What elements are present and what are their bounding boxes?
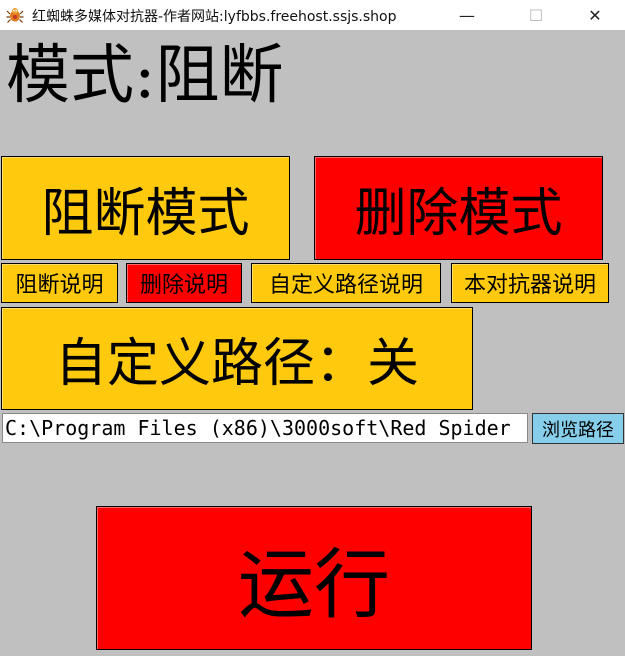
close-button[interactable]: ✕ — [572, 0, 618, 30]
spider-icon — [6, 8, 24, 23]
about-help-button[interactable]: 本对抗器说明 — [451, 263, 609, 303]
custom-path-help-button[interactable]: 自定义路径说明 — [251, 263, 441, 303]
delete-mode-button[interactable]: 删除模式 — [314, 156, 603, 260]
block-help-button[interactable]: 阻断说明 — [1, 263, 118, 303]
maximize-button[interactable]: ☐ — [513, 0, 559, 30]
custom-path-toggle-button[interactable]: 自定义路径：关 — [1, 307, 473, 410]
path-input[interactable]: C:\Program Files (x86)\3000soft\Red Spid… — [2, 413, 528, 443]
delete-help-button[interactable]: 删除说明 — [126, 263, 242, 303]
minimize-button[interactable]: — — [444, 0, 490, 30]
block-mode-button[interactable]: 阻断模式 — [1, 156, 290, 260]
run-button[interactable]: 运行 — [96, 506, 532, 650]
main-canvas: 模式:阻断 阻断模式 删除模式 阻断说明 删除说明 自定义路径说明 本对抗器说明… — [0, 30, 625, 656]
mode-status-label: 模式:阻断 — [6, 39, 284, 113]
minimize-icon: — — [459, 5, 475, 25]
window-title: 红蜘蛛多媒体对抗器-作者网站:lyfbbs.freehost.ssjs.shop — [32, 9, 397, 25]
close-icon: ✕ — [588, 5, 602, 25]
maximize-icon: ☐ — [528, 5, 544, 25]
title-bar: 红蜘蛛多媒体对抗器-作者网站:lyfbbs.freehost.ssjs.shop… — [0, 0, 625, 31]
browse-path-button[interactable]: 浏览路径 — [532, 413, 624, 444]
